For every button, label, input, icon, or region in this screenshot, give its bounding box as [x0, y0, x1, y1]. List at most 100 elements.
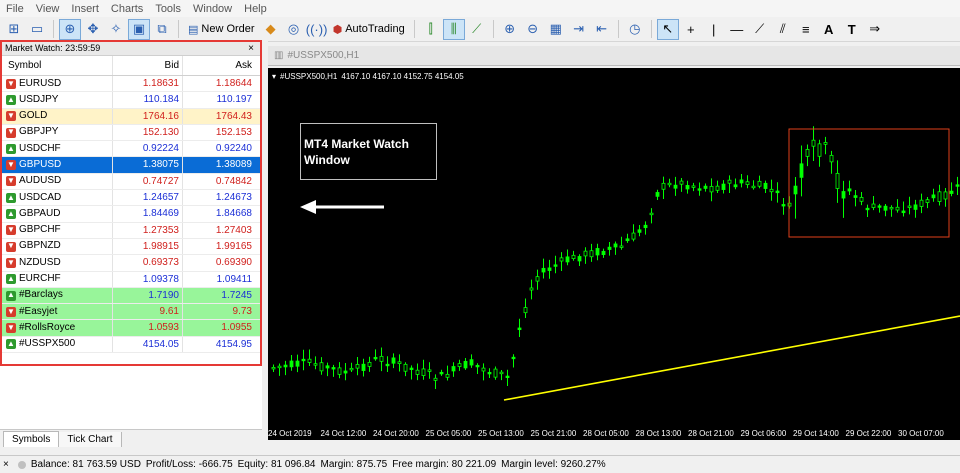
column-ask[interactable]: Ask — [182, 56, 256, 75]
candle-body — [805, 149, 810, 157]
candle-body — [667, 182, 672, 186]
candle-body — [271, 367, 276, 370]
candle-body — [901, 210, 906, 214]
trendline-icon[interactable]: ⟋ — [750, 20, 770, 39]
radio-icon[interactable]: ((·)) — [306, 20, 328, 39]
arrow-up-icon: ▲ — [6, 274, 16, 285]
candle-body — [631, 232, 636, 240]
channel-icon[interactable]: ⫽ — [773, 20, 793, 39]
candle-body — [355, 364, 360, 369]
horizontal-line-icon[interactable]: — — [727, 20, 747, 39]
market-watch-row[interactable]: ▲ GBPAUD 1.84469 1.84668 — [2, 206, 260, 223]
periods-icon[interactable]: ◷ — [625, 20, 645, 39]
candle-body — [853, 195, 858, 198]
terminal-icon[interactable]: ▣ — [128, 18, 150, 40]
crosshair-icon[interactable]: + — [681, 20, 701, 39]
trendline[interactable] — [503, 315, 960, 401]
candle-body — [451, 366, 456, 372]
row-bid: 4154.05 — [112, 336, 182, 353]
navigator-icon[interactable]: ✧ — [106, 20, 126, 39]
chart-shift-icon[interactable]: ⇤ — [592, 20, 612, 39]
candle-body — [673, 184, 678, 189]
cursor-icon[interactable]: ↖ — [656, 18, 679, 40]
menu-window[interactable]: Window — [187, 3, 238, 15]
tab-tick-chart[interactable]: Tick Chart — [59, 432, 122, 447]
menu-insert[interactable]: Insert — [65, 3, 105, 15]
new-order-button[interactable]: ▤ New Order — [185, 20, 258, 39]
candle-body — [679, 180, 684, 185]
market-watch-row[interactable]: ▼ EURUSD 1.18631 1.18644 — [2, 76, 260, 93]
row-ask: 1.09411 — [182, 271, 256, 287]
market-watch-row[interactable]: ▼ GOLD 1764.16 1764.43 — [2, 108, 260, 125]
candle-body — [937, 191, 942, 202]
chart-window-tab[interactable]: ▥ #USSPX500,H1 — [268, 46, 960, 66]
market-watch-row[interactable]: ▲ EURCHF 1.09378 1.09411 — [2, 271, 260, 288]
arrows-icon[interactable]: ⇒ — [865, 20, 885, 39]
arrow-down-icon: ▼ — [6, 257, 16, 268]
candle-body — [325, 365, 330, 369]
tile-windows-icon[interactable]: ▦ — [546, 20, 566, 39]
market-watch-icon[interactable]: ⊕ — [59, 18, 81, 40]
candle-body — [343, 370, 348, 374]
chart-area[interactable]: ▾ #USSPX500,H1 4167.10 4167.10 4152.75 4… — [268, 68, 960, 440]
market-watch-row[interactable]: ▼ AUDUSD 0.74727 0.74842 — [2, 173, 260, 191]
row-symbol-label: #RollsRoyce — [19, 321, 76, 333]
toolbar-separator — [650, 20, 652, 38]
market-watch-row[interactable]: ▲ USDCAD 1.24657 1.24673 — [2, 190, 260, 207]
profiles-icon[interactable]: ▭ — [27, 20, 47, 39]
market-watch-row[interactable]: ▼ #RollsRoyce 1.0593 1.0955 — [2, 320, 260, 337]
column-bid[interactable]: Bid — [112, 56, 182, 75]
candle-body — [895, 206, 900, 211]
auto-scroll-icon[interactable]: ⇥ — [569, 20, 589, 39]
menu-file[interactable]: File — [0, 3, 30, 15]
text-icon[interactable]: A — [819, 20, 839, 39]
market-watch-row[interactable]: ▲ #Barclays 1.7190 1.7245 — [2, 287, 260, 305]
market-watch-row[interactable]: ▼ #Easyjet 9.61 9.73 — [2, 304, 260, 321]
zoom-in-icon[interactable]: ⊕ — [500, 20, 520, 39]
market-watch-row[interactable]: ▼ GBPNZD 1.98915 1.99165 — [2, 238, 260, 256]
menu-charts[interactable]: Charts — [105, 3, 149, 15]
row-bid: 1.7190 — [112, 287, 182, 304]
bar-chart-icon[interactable]: ⫿ — [421, 20, 441, 39]
close-icon[interactable]: × — [3, 459, 9, 470]
candle-body — [307, 358, 312, 363]
strategy-tester-icon[interactable]: ⧉ — [152, 20, 172, 39]
vertical-line-icon[interactable]: | — [704, 20, 724, 39]
row-symbol-label: GBPUSD — [19, 158, 62, 170]
candlestick-icon[interactable]: ⫼ — [442, 18, 465, 40]
market-watch-rows: ▼ EURUSD 1.18631 1.18644 ▲ USDJPY 110.184 110.1… — [2, 76, 260, 354]
market-watch-row[interactable]: ▲ USDJPY 110.184 110.197 — [2, 92, 260, 109]
market-watch-row[interactable]: ▼ GBPJPY 152.130 152.153 — [2, 124, 260, 142]
tab-symbols[interactable]: Symbols — [3, 431, 60, 447]
status-equity: Equity: 81 096.84 — [237, 459, 316, 470]
new-chart-icon[interactable]: ⊞ — [4, 20, 24, 39]
arrow-up-icon: ▲ — [6, 94, 16, 105]
close-icon[interactable]: × — [248, 42, 254, 55]
menu-view[interactable]: View — [30, 3, 66, 15]
zoom-out-icon[interactable]: ⊖ — [523, 20, 543, 39]
row-bid: 1.0593 — [112, 320, 182, 336]
menu-help[interactable]: Help — [238, 3, 273, 15]
label-icon[interactable]: T — [842, 20, 862, 39]
line-chart-icon[interactable]: ⟋ — [467, 20, 487, 39]
candle-body — [547, 267, 552, 271]
candle-body — [277, 365, 282, 369]
column-symbol[interactable]: Symbol — [2, 56, 112, 75]
market-watch-row[interactable]: ▼ NZDUSD 0.69373 0.69390 — [2, 255, 260, 272]
autotrading-button[interactable]: ⬢ AutoTrading — [330, 20, 408, 39]
market-watch-row[interactable]: ▼ GBPUSD 1.38075 1.38089 — [2, 157, 260, 174]
market-watch-row[interactable]: ▲ #USSPX500 4154.05 4154.95 — [2, 336, 260, 354]
data-window-icon[interactable]: ✥ — [83, 20, 103, 39]
fibonacci-icon[interactable]: ≡ — [796, 20, 816, 39]
candle-body — [427, 369, 432, 372]
menu-tools[interactable]: Tools — [149, 3, 187, 15]
row-symbol: ▲ GBPAUD — [2, 206, 112, 221]
signals-icon[interactable]: ◎ — [284, 20, 304, 39]
market-watch-row[interactable]: ▼ GBPCHF 1.27353 1.27403 — [2, 222, 260, 239]
row-symbol-label: GBPJPY — [19, 126, 59, 138]
metaeditor-icon[interactable]: ◆ — [261, 20, 281, 39]
candle-body — [883, 205, 888, 211]
market-watch-row[interactable]: ▲ USDCHF 0.92224 0.92240 — [2, 141, 260, 158]
row-symbol-label: NZDUSD — [19, 256, 61, 268]
x-tick-label: 25 Oct 13:00 — [478, 429, 524, 438]
